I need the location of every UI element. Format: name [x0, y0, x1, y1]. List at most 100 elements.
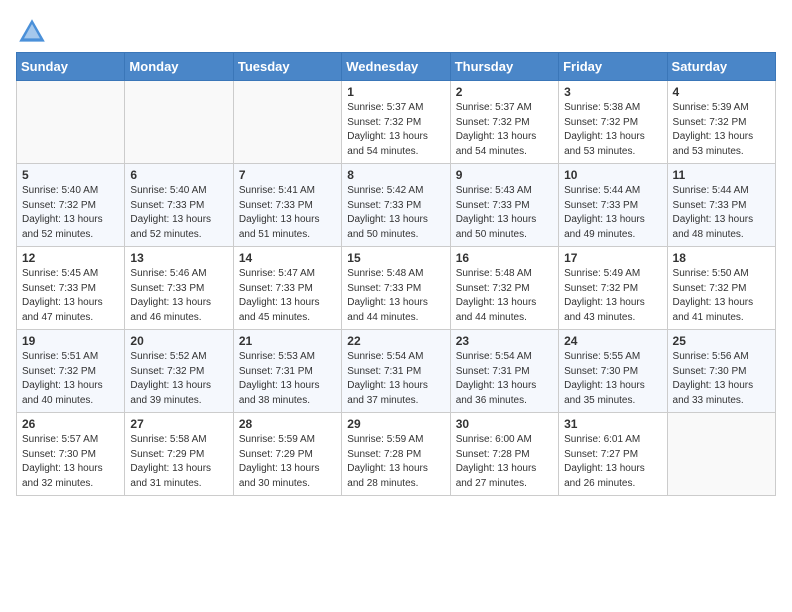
- day-info: Sunrise: 5:54 AMSunset: 7:31 PMDaylight:…: [347, 350, 444, 408]
- day-info: Sunrise: 5:42 AMSunset: 7:33 PMDaylight:…: [347, 184, 444, 242]
- day-of-week-header: Monday: [125, 53, 233, 81]
- day-number: 10: [564, 168, 661, 182]
- calendar-cell: 7 Sunrise: 5:41 AMSunset: 7:33 PMDaylight…: [233, 164, 341, 247]
- day-info: Sunrise: 5:53 AMSunset: 7:31 PMDaylight:…: [239, 350, 336, 408]
- day-info: Sunrise: 5:48 AMSunset: 7:32 PMDaylight:…: [456, 267, 553, 325]
- day-info: Sunrise: 6:01 AMSunset: 7:27 PMDaylight:…: [564, 433, 661, 491]
- day-of-week-header: Thursday: [450, 53, 558, 81]
- day-info: Sunrise: 5:46 AMSunset: 7:33 PMDaylight:…: [130, 267, 227, 325]
- calendar-cell: 8 Sunrise: 5:42 AMSunset: 7:33 PMDaylight…: [342, 164, 450, 247]
- day-number: 4: [673, 85, 770, 99]
- day-info: Sunrise: 5:56 AMSunset: 7:30 PMDaylight:…: [673, 350, 770, 408]
- day-number: 23: [456, 334, 553, 348]
- day-number: 19: [22, 334, 119, 348]
- day-number: 29: [347, 417, 444, 431]
- day-number: 14: [239, 251, 336, 265]
- day-number: 17: [564, 251, 661, 265]
- day-number: 16: [456, 251, 553, 265]
- day-number: 20: [130, 334, 227, 348]
- day-number: 27: [130, 417, 227, 431]
- day-info: Sunrise: 5:51 AMSunset: 7:32 PMDaylight:…: [22, 350, 119, 408]
- calendar-cell: 29 Sunrise: 5:59 AMSunset: 7:28 PMDayligh…: [342, 413, 450, 496]
- day-info: Sunrise: 5:50 AMSunset: 7:32 PMDaylight:…: [673, 267, 770, 325]
- calendar-cell: 20 Sunrise: 5:52 AMSunset: 7:32 PMDayligh…: [125, 330, 233, 413]
- day-of-week-header: Wednesday: [342, 53, 450, 81]
- day-info: Sunrise: 5:38 AMSunset: 7:32 PMDaylight:…: [564, 101, 661, 159]
- calendar-cell: 28 Sunrise: 5:59 AMSunset: 7:29 PMDayligh…: [233, 413, 341, 496]
- day-info: Sunrise: 5:49 AMSunset: 7:32 PMDaylight:…: [564, 267, 661, 325]
- day-number: 3: [564, 85, 661, 99]
- day-number: 25: [673, 334, 770, 348]
- calendar-cell: 6 Sunrise: 5:40 AMSunset: 7:33 PMDaylight…: [125, 164, 233, 247]
- day-of-week-header: Sunday: [17, 53, 125, 81]
- calendar-cell: [233, 81, 341, 164]
- calendar-week-row: 12 Sunrise: 5:45 AMSunset: 7:33 PMDayligh…: [17, 247, 776, 330]
- calendar-week-row: 19 Sunrise: 5:51 AMSunset: 7:32 PMDayligh…: [17, 330, 776, 413]
- day-number: 31: [564, 417, 661, 431]
- calendar-header-row: SundayMondayTuesdayWednesdayThursdayFrid…: [17, 53, 776, 81]
- day-number: 8: [347, 168, 444, 182]
- calendar-cell: 14 Sunrise: 5:47 AMSunset: 7:33 PMDayligh…: [233, 247, 341, 330]
- calendar-cell: 31 Sunrise: 6:01 AMSunset: 7:27 PMDayligh…: [559, 413, 667, 496]
- day-info: Sunrise: 5:45 AMSunset: 7:33 PMDaylight:…: [22, 267, 119, 325]
- calendar-cell: [17, 81, 125, 164]
- calendar-cell: 24 Sunrise: 5:55 AMSunset: 7:30 PMDayligh…: [559, 330, 667, 413]
- day-info: Sunrise: 5:37 AMSunset: 7:32 PMDaylight:…: [347, 101, 444, 159]
- day-info: Sunrise: 5:55 AMSunset: 7:30 PMDaylight:…: [564, 350, 661, 408]
- calendar-week-row: 26 Sunrise: 5:57 AMSunset: 7:30 PMDayligh…: [17, 413, 776, 496]
- day-info: Sunrise: 5:59 AMSunset: 7:29 PMDaylight:…: [239, 433, 336, 491]
- calendar-cell: 13Sunrise: 5:46 AMSunset: 7:33 PMDayligh…: [125, 247, 233, 330]
- calendar-cell: 17 Sunrise: 5:49 AMSunset: 7:32 PMDayligh…: [559, 247, 667, 330]
- day-number: 5: [22, 168, 119, 182]
- logo: [16, 16, 52, 48]
- logo-icon: [16, 16, 48, 48]
- day-number: 12: [22, 251, 119, 265]
- day-number: 21: [239, 334, 336, 348]
- day-info: Sunrise: 5:41 AMSunset: 7:33 PMDaylight:…: [239, 184, 336, 242]
- day-number: 7: [239, 168, 336, 182]
- day-number: 11: [673, 168, 770, 182]
- calendar-cell: 2 Sunrise: 5:37 AMSunset: 7:32 PMDaylight…: [450, 81, 558, 164]
- calendar-cell: 12 Sunrise: 5:45 AMSunset: 7:33 PMDayligh…: [17, 247, 125, 330]
- calendar-cell: 1Sunrise: 5:37 AMSunset: 7:32 PMDaylight…: [342, 81, 450, 164]
- day-info: Sunrise: 5:39 AMSunset: 7:32 PMDaylight:…: [673, 101, 770, 159]
- calendar-week-row: 1Sunrise: 5:37 AMSunset: 7:32 PMDaylight…: [17, 81, 776, 164]
- day-info: Sunrise: 5:58 AMSunset: 7:29 PMDaylight:…: [130, 433, 227, 491]
- day-of-week-header: Tuesday: [233, 53, 341, 81]
- day-of-week-header: Saturday: [667, 53, 775, 81]
- calendar-cell: 27 Sunrise: 5:58 AMSunset: 7:29 PMDayligh…: [125, 413, 233, 496]
- day-info: Sunrise: 6:00 AMSunset: 7:28 PMDaylight:…: [456, 433, 553, 491]
- day-info: Sunrise: 5:57 AMSunset: 7:30 PMDaylight:…: [22, 433, 119, 491]
- calendar-cell: 18 Sunrise: 5:50 AMSunset: 7:32 PMDayligh…: [667, 247, 775, 330]
- calendar-cell: 9 Sunrise: 5:43 AMSunset: 7:33 PMDaylight…: [450, 164, 558, 247]
- calendar-cell: 26 Sunrise: 5:57 AMSunset: 7:30 PMDayligh…: [17, 413, 125, 496]
- calendar-cell: 11 Sunrise: 5:44 AMSunset: 7:33 PMDayligh…: [667, 164, 775, 247]
- day-info: Sunrise: 5:40 AMSunset: 7:33 PMDaylight:…: [130, 184, 227, 242]
- calendar-cell: 4 Sunrise: 5:39 AMSunset: 7:32 PMDaylight…: [667, 81, 775, 164]
- calendar-cell: [667, 413, 775, 496]
- day-info: Sunrise: 5:44 AMSunset: 7:33 PMDaylight:…: [564, 184, 661, 242]
- day-number: 22: [347, 334, 444, 348]
- page-header: [16, 16, 776, 48]
- day-info: Sunrise: 5:40 AMSunset: 7:32 PMDaylight:…: [22, 184, 119, 242]
- day-info: Sunrise: 5:44 AMSunset: 7:33 PMDaylight:…: [673, 184, 770, 242]
- day-number: 30: [456, 417, 553, 431]
- day-info: Sunrise: 5:47 AMSunset: 7:33 PMDaylight:…: [239, 267, 336, 325]
- day-number: 18: [673, 251, 770, 265]
- day-number: 24: [564, 334, 661, 348]
- day-number: 15: [347, 251, 444, 265]
- day-info: Sunrise: 5:52 AMSunset: 7:32 PMDaylight:…: [130, 350, 227, 408]
- day-number: 6: [130, 168, 227, 182]
- day-info: Sunrise: 5:37 AMSunset: 7:32 PMDaylight:…: [456, 101, 553, 159]
- day-number: 9: [456, 168, 553, 182]
- day-info: Sunrise: 5:59 AMSunset: 7:28 PMDaylight:…: [347, 433, 444, 491]
- calendar-cell: 16 Sunrise: 5:48 AMSunset: 7:32 PMDayligh…: [450, 247, 558, 330]
- calendar-cell: 22 Sunrise: 5:54 AMSunset: 7:31 PMDayligh…: [342, 330, 450, 413]
- calendar-cell: 25 Sunrise: 5:56 AMSunset: 7:30 PMDayligh…: [667, 330, 775, 413]
- calendar-week-row: 5 Sunrise: 5:40 AMSunset: 7:32 PMDaylight…: [17, 164, 776, 247]
- day-info: Sunrise: 5:43 AMSunset: 7:33 PMDaylight:…: [456, 184, 553, 242]
- day-number: 28: [239, 417, 336, 431]
- calendar-cell: 30 Sunrise: 6:00 AMSunset: 7:28 PMDayligh…: [450, 413, 558, 496]
- day-number: 26: [22, 417, 119, 431]
- day-number: 2: [456, 85, 553, 99]
